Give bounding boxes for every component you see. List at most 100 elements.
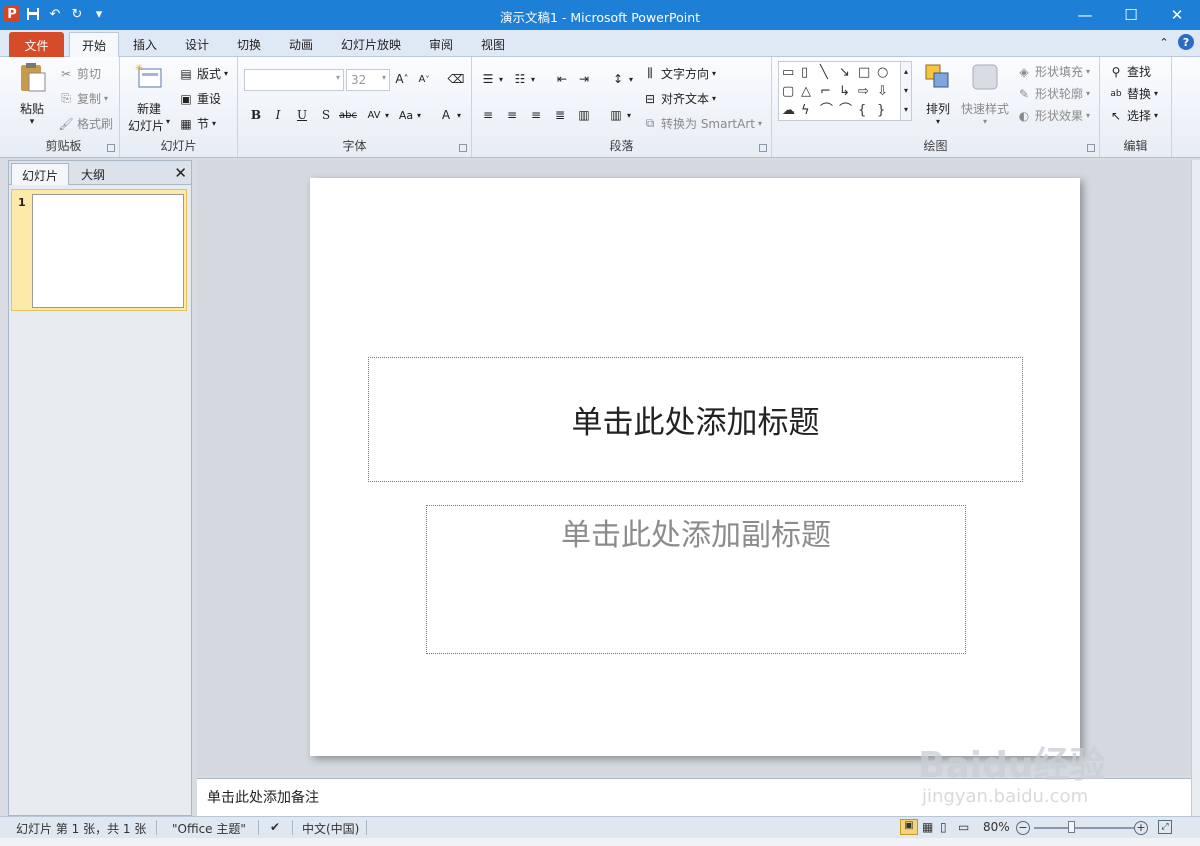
tab-home[interactable]: 开始 bbox=[69, 32, 120, 57]
slide-canvas[interactable]: 单击此处添加标题 单击此处添加副标题 bbox=[310, 178, 1080, 756]
tab-animations[interactable]: 动画 bbox=[277, 32, 325, 57]
powerpoint-logo-icon[interactable]: P bbox=[4, 6, 20, 22]
rounded-rect-shape-icon[interactable]: ▢ bbox=[782, 83, 799, 101]
maximize-button[interactable]: ☐ bbox=[1108, 0, 1154, 30]
reset-button[interactable]: ▣ 重设 bbox=[178, 90, 221, 107]
format-painter-button[interactable]: 🖌 格式刷 bbox=[58, 115, 113, 132]
curve-shape-icon[interactable]: ⌒ bbox=[820, 102, 837, 120]
columns-button[interactable]: ▥ ▾ bbox=[608, 107, 631, 123]
grow-font-button[interactable]: A ˄ bbox=[394, 71, 410, 87]
textbox-shape-icon[interactable]: ▭ bbox=[782, 64, 799, 82]
arc-shape-icon[interactable]: ⌒ bbox=[839, 102, 856, 120]
tab-insert[interactable]: 插入 bbox=[121, 32, 169, 57]
rectangle-shape-icon[interactable]: □ bbox=[858, 64, 875, 82]
layout-button[interactable]: ▤ 版式 ▾ bbox=[178, 65, 228, 82]
char-spacing-button[interactable]: AV ▾ bbox=[366, 107, 389, 123]
align-text-button[interactable]: ⊟ 对齐文本 ▾ bbox=[642, 90, 716, 107]
shapes-gallery-scroll[interactable]: ▴ ▾ ▾ bbox=[900, 61, 912, 121]
select-button[interactable]: ↖ 选择 ▾ bbox=[1108, 107, 1158, 124]
slide-sorter-icon[interactable]: ▦ bbox=[922, 820, 933, 834]
zoom-slider-track[interactable] bbox=[1034, 827, 1134, 829]
smartart-button[interactable]: ⧉ 转换为 SmartArt ▾ bbox=[642, 115, 762, 132]
slideshow-view-icon[interactable]: ▭ bbox=[958, 820, 969, 834]
zoom-out-icon[interactable]: − bbox=[1016, 820, 1030, 835]
zoom-level[interactable]: 80% bbox=[983, 820, 1010, 834]
zoom-in-icon[interactable]: + bbox=[1134, 820, 1148, 835]
line-spacing-button[interactable]: ↕ ▾ bbox=[610, 71, 633, 87]
language-status[interactable]: 中文(中国) bbox=[302, 820, 359, 837]
shapes-gallery[interactable]: ▭ ▯ ╲ ↘ □ ○ ▢ △ ⌐ ↳ ⇨ ⇩ ☁ ϟ ⌒ ⌒{} bbox=[778, 61, 912, 121]
drawing-launcher-icon[interactable] bbox=[1087, 144, 1095, 152]
freeform-shape-icon[interactable]: ☁ bbox=[782, 102, 799, 120]
font-launcher-icon[interactable] bbox=[459, 144, 467, 152]
close-button[interactable]: ✕ bbox=[1154, 0, 1200, 30]
change-case-button[interactable]: Aa ▾ bbox=[398, 107, 421, 123]
right-brace-shape-icon[interactable]: } bbox=[877, 102, 894, 120]
find-button[interactable]: ⚲ 查找 bbox=[1108, 63, 1151, 80]
paste-button[interactable]: 粘贴 ▾ bbox=[12, 61, 52, 127]
tab-file[interactable]: 文件 bbox=[9, 32, 64, 57]
title-placeholder[interactable]: 单击此处添加标题 bbox=[368, 357, 1023, 482]
text-direction-button[interactable]: ⫼ 文字方向 ▾ bbox=[642, 65, 716, 82]
shadow-button[interactable]: S bbox=[318, 107, 334, 123]
save-icon[interactable] bbox=[24, 5, 42, 23]
clear-format-button[interactable]: ⌫ bbox=[448, 71, 465, 87]
font-color-button[interactable]: A ▾ bbox=[438, 107, 461, 123]
shape-outline-button[interactable]: ✎ 形状轮廓 ▾ bbox=[1016, 85, 1090, 102]
tab-slideshow[interactable]: 幻灯片放映 bbox=[329, 32, 413, 57]
new-slide-button[interactable]: ✳ 新建 幻灯片 ▾ bbox=[124, 61, 174, 134]
right-arrow-shape-icon[interactable]: ⇨ bbox=[858, 83, 875, 101]
oval-shape-icon[interactable]: ○ bbox=[877, 64, 894, 82]
shape-fill-button[interactable]: ◈ 形状填充 ▾ bbox=[1016, 63, 1090, 80]
align-left-button[interactable]: ≡ bbox=[480, 107, 496, 123]
tab-review[interactable]: 审阅 bbox=[417, 32, 465, 57]
reading-view-icon[interactable]: ▯ bbox=[940, 820, 947, 834]
line-shape-icon[interactable]: ╲ bbox=[820, 64, 837, 82]
tab-transitions[interactable]: 切换 bbox=[225, 32, 273, 57]
left-brace-shape-icon[interactable]: { bbox=[858, 102, 875, 120]
minimize-button[interactable]: — bbox=[1062, 0, 1108, 30]
tab-outline-pane[interactable]: 大纲 bbox=[71, 163, 115, 185]
lightning-shape-icon[interactable]: ϟ bbox=[801, 102, 818, 120]
help-icon[interactable]: ? bbox=[1178, 34, 1194, 50]
distribute-button[interactable]: ▥ bbox=[576, 107, 592, 123]
shrink-font-button[interactable]: A ˅ bbox=[416, 71, 432, 87]
down-arrow-shape-icon[interactable]: ⇩ bbox=[877, 83, 894, 101]
replace-button[interactable]: ab 替换 ▾ bbox=[1108, 85, 1158, 102]
align-center-button[interactable]: ≡ bbox=[504, 107, 520, 123]
customize-qat-icon[interactable]: ▾ bbox=[90, 5, 108, 23]
arrow-shape-icon[interactable]: ↘ bbox=[839, 64, 856, 82]
bold-button[interactable]: B bbox=[248, 107, 264, 123]
clipboard-launcher-icon[interactable] bbox=[107, 144, 115, 152]
minimize-ribbon-icon[interactable]: ⌃ bbox=[1156, 34, 1172, 50]
increase-indent-button[interactable]: ⇥ bbox=[576, 71, 592, 87]
italic-button[interactable]: I bbox=[270, 107, 286, 123]
normal-view-icon[interactable]: ▣ bbox=[900, 819, 918, 835]
numbering-button[interactable]: ☷ ▾ bbox=[512, 71, 535, 87]
undo-icon[interactable]: ↶ bbox=[46, 5, 64, 23]
strikethrough-button[interactable]: abc bbox=[339, 107, 357, 123]
close-pane-icon[interactable]: ✕ bbox=[174, 164, 187, 182]
font-name-combo[interactable]: ▾ bbox=[244, 69, 344, 91]
slide-thumbnail[interactable] bbox=[32, 194, 184, 308]
paragraph-launcher-icon[interactable] bbox=[759, 144, 767, 152]
notes-pane[interactable]: 单击此处添加备注 bbox=[197, 778, 1191, 816]
arrange-button[interactable]: 排列 ▾ bbox=[916, 61, 960, 126]
vertical-scrollbar[interactable] bbox=[1191, 160, 1200, 816]
tab-design[interactable]: 设计 bbox=[173, 32, 221, 57]
copy-button[interactable]: ⎘ 复制 ▾ bbox=[58, 90, 108, 107]
decrease-indent-button[interactable]: ⇤ bbox=[554, 71, 570, 87]
spell-check-icon[interactable]: ✔ bbox=[270, 820, 280, 834]
redo-icon[interactable]: ↻ bbox=[68, 5, 86, 23]
bullets-button[interactable]: ☰ ▾ bbox=[480, 71, 503, 87]
zoom-slider-thumb[interactable] bbox=[1068, 821, 1075, 833]
elbow-arrow-shape-icon[interactable]: ↳ bbox=[839, 83, 856, 101]
cut-button[interactable]: ✂ 剪切 bbox=[58, 65, 101, 82]
section-button[interactable]: ▦ 节 ▾ bbox=[178, 115, 216, 132]
vertical-textbox-shape-icon[interactable]: ▯ bbox=[801, 64, 818, 82]
tab-slides-pane[interactable]: 幻灯片 bbox=[11, 163, 70, 185]
underline-button[interactable]: U bbox=[294, 107, 310, 123]
justify-button[interactable]: ≣ bbox=[552, 107, 568, 123]
fit-to-window-icon[interactable]: ⤢ bbox=[1158, 820, 1172, 834]
shape-effects-button[interactable]: ◐ 形状效果 ▾ bbox=[1016, 107, 1090, 124]
